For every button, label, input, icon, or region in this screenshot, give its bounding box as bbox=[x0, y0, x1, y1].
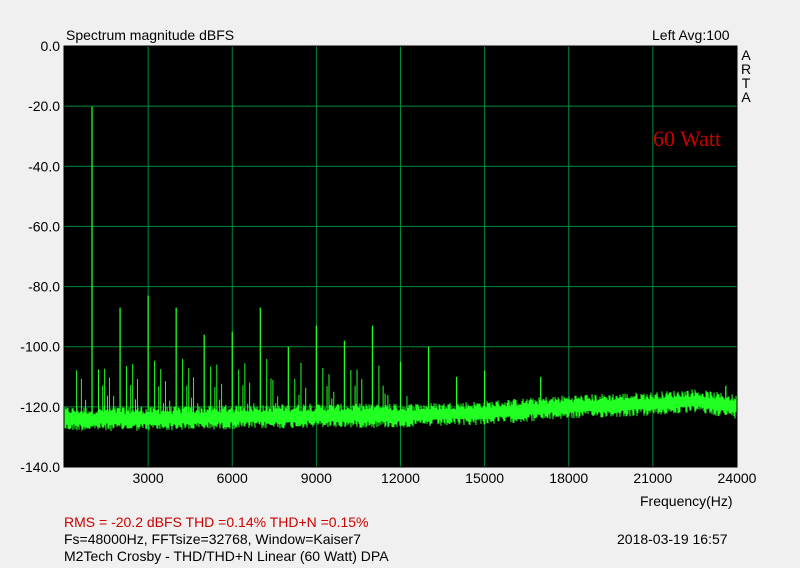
analysis-params: Fs=48000Hz, FFTsize=32768, Window=Kaiser… bbox=[64, 531, 361, 547]
y-tick-label: -140.0 bbox=[20, 459, 60, 475]
brand-letter: A bbox=[741, 89, 751, 105]
measurement-description: M2Tech Crosby - THD/THD+N Linear (60 Wat… bbox=[64, 548, 389, 564]
brand-letter: R bbox=[740, 61, 752, 77]
chart-title: Spectrum magnitude dBFS bbox=[66, 27, 235, 43]
brand-letter: A bbox=[741, 47, 751, 63]
arta-brand: A R T A bbox=[740, 48, 752, 104]
measurement-datetime: 2018-03-19 16:57 bbox=[617, 531, 728, 547]
x-tick-label: 9000 bbox=[301, 470, 332, 486]
x-tick-label: 18000 bbox=[549, 470, 588, 486]
x-tick-label: 12000 bbox=[381, 470, 420, 486]
brand-letter: T bbox=[741, 75, 751, 91]
y-tick-label: -80.0 bbox=[28, 279, 60, 295]
y-tick-label: -40.0 bbox=[28, 158, 60, 174]
x-tick-label: 21000 bbox=[633, 470, 672, 486]
y-tick-label: -20.0 bbox=[28, 98, 60, 114]
y-tick-label: -120.0 bbox=[20, 399, 60, 415]
x-axis-label: Frequency(Hz) bbox=[640, 493, 733, 509]
power-badge: 60 Watt bbox=[653, 126, 722, 151]
x-tick-label: 3000 bbox=[133, 470, 164, 486]
y-tick-label: -60.0 bbox=[28, 218, 60, 234]
x-tick-label: 6000 bbox=[217, 470, 248, 486]
measurement-summary: RMS = -20.2 dBFS THD =0.14% THD+N =0.15% bbox=[64, 514, 369, 530]
x-tick-label: 15000 bbox=[465, 470, 504, 486]
x-tick-label: 24000 bbox=[718, 470, 757, 486]
channel-avg-label: Left Avg:100 bbox=[652, 27, 730, 43]
y-tick-label: 0.0 bbox=[41, 38, 61, 54]
y-tick-label: -100.0 bbox=[20, 339, 60, 355]
spectrum-chart: 0.0 -20.0 -40.0 -60.0 -80.0 -100.0 -120.0 -140.… bbox=[20, 38, 757, 486]
